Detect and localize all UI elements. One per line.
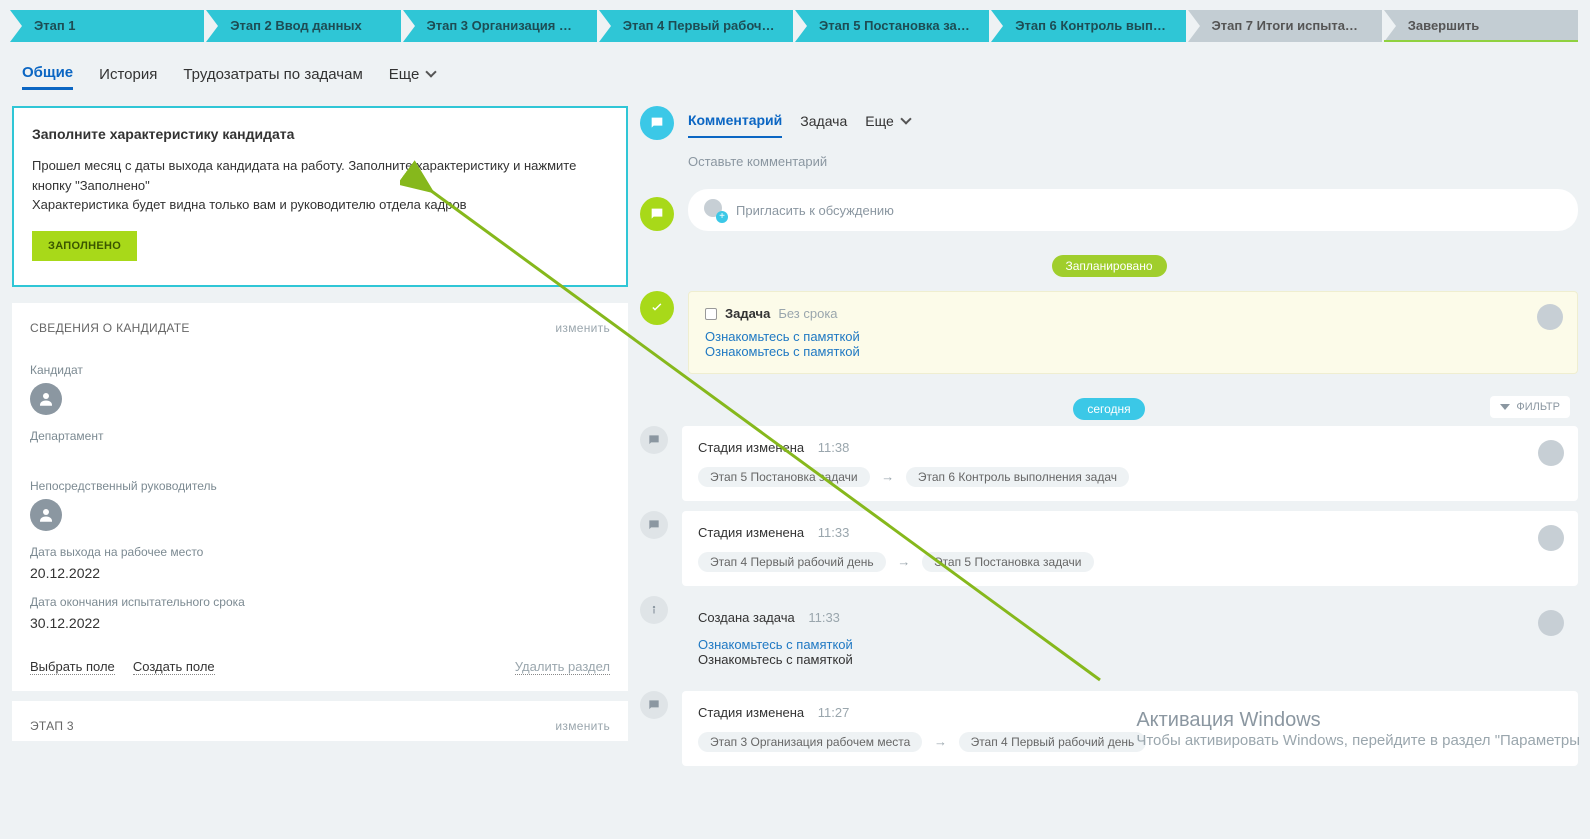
planned-badge: Запланировано <box>1052 255 1167 277</box>
inner-tab-more[interactable]: Еще <box>865 113 909 137</box>
task-checkbox[interactable] <box>705 308 717 320</box>
supervisor-value <box>30 499 610 531</box>
inner-tab-task[interactable]: Задача <box>800 113 847 137</box>
stage-chip-to: Этап 4 Первый рабочий день <box>959 732 1147 752</box>
stage-chip-to: Этап 5 Постановка задачи <box>922 552 1094 572</box>
task-deadline: Без срока <box>778 306 837 321</box>
tab-general[interactable]: Общие <box>22 58 73 90</box>
department-label: Департамент <box>30 429 610 443</box>
funnel-icon <box>1500 404 1510 410</box>
invite-rail-icon <box>640 197 674 231</box>
stage-2[interactable]: Этап 2 Ввод данных <box>206 10 400 42</box>
filled-button[interactable]: ЗАПОЛНЕНО <box>32 231 137 261</box>
panel-title: СВЕДЕНИЯ О КАНДИДАТЕ <box>30 321 190 335</box>
stage-4[interactable]: Этап 4 Первый рабочий д... <box>599 10 793 42</box>
highlight-box: Заполните характеристику кандидата Проше… <box>12 106 628 287</box>
candidate-value <box>30 383 610 415</box>
main-tabs: Общие История Трудозатраты по задачам Ещ… <box>0 42 1590 90</box>
person-plus-icon: + <box>704 199 726 221</box>
chevron-down-icon <box>426 66 437 77</box>
arrow-right-icon: → <box>897 554 910 569</box>
stage-chip-to: Этап 6 Контроль выполнения задач <box>906 467 1129 487</box>
avatar-icon <box>30 383 62 415</box>
avatar-icon <box>30 499 62 531</box>
chevron-down-icon <box>900 113 911 124</box>
stage-change-icon <box>640 691 668 719</box>
stage-6[interactable]: Этап 6 Контроль выполне... <box>991 10 1185 42</box>
stage-change-icon <box>640 511 668 539</box>
today-badge: сегодня <box>1073 398 1144 420</box>
task-link-2[interactable]: Ознакомьтесь с памяткой <box>705 344 860 359</box>
filter-button[interactable]: ФИЛЬТР <box>1490 396 1570 418</box>
panel-edit-link[interactable]: изменить <box>555 719 610 733</box>
task-rail-icon <box>640 291 674 325</box>
avatar-icon <box>1538 610 1564 636</box>
panel-edit-link[interactable]: изменить <box>555 321 610 335</box>
probation-end-value: 30.12.2022 <box>30 615 610 631</box>
start-date-value: 20.12.2022 <box>30 565 610 581</box>
log-entry: Стадия изменена 11:33 Этап 4 Первый рабо… <box>682 511 1578 586</box>
comment-rail-icon <box>640 106 674 140</box>
stage-5[interactable]: Этап 5 Постановка задачи <box>795 10 989 42</box>
tab-timesheet[interactable]: Трудозатраты по задачам <box>183 60 362 89</box>
stage-change-icon <box>640 426 668 454</box>
candidate-label: Кандидат <box>30 363 610 377</box>
probation-end-label: Дата окончания испытательного срока <box>30 595 610 609</box>
log-entry: Создана задача 11:33 Ознакомьтесь с памя… <box>682 596 1578 681</box>
arrow-right-icon: → <box>881 469 894 484</box>
inner-tabs: Комментарий Задача Еще <box>688 106 1578 144</box>
task-link-1[interactable]: Ознакомьтесь с памяткой <box>705 329 860 344</box>
task-block: Задача Без срока Ознакомьтесь с памяткой… <box>688 291 1578 374</box>
start-date-label: Дата выхода на рабочее место <box>30 545 610 559</box>
inner-tab-comment[interactable]: Комментарий <box>688 112 782 138</box>
avatar-icon <box>1537 304 1563 330</box>
stage-chip-from: Этап 4 Первый рабочий день <box>698 552 886 572</box>
invite-row[interactable]: + Пригласить к обсуждению <box>688 189 1578 231</box>
supervisor-label: Непосредственный руководитель <box>30 479 610 493</box>
task-created-link[interactable]: Ознакомьтесь с памяткой <box>698 637 853 652</box>
delete-section-link[interactable]: Удалить раздел <box>515 659 610 675</box>
log-entry: Стадия изменена 11:38 Этап 5 Постановка … <box>682 426 1578 501</box>
candidate-panel: СВЕДЕНИЯ О КАНДИДАТЕ изменить Кандидат Д… <box>12 303 628 691</box>
highlight-title: Заполните характеристику кандидата <box>32 126 608 142</box>
avatar-icon <box>1538 440 1564 466</box>
stage-7[interactable]: Этап 7 Итоги испытатель... <box>1188 10 1382 42</box>
panel-title: ЭТАП 3 <box>30 719 74 733</box>
stage-3[interactable]: Этап 3 Организация рабо... <box>403 10 597 42</box>
stage-1[interactable]: Этап 1 <box>10 10 204 42</box>
stage-bar: Этап 1 Этап 2 Ввод данных Этап 3 Организ… <box>0 0 1590 42</box>
tab-more[interactable]: Еще <box>389 60 436 89</box>
arrow-right-icon: → <box>934 734 947 749</box>
choose-field-link[interactable]: Выбрать поле <box>30 659 115 675</box>
task-created-text: Ознакомьтесь с памяткой <box>698 652 1562 667</box>
avatar-icon <box>1538 525 1564 551</box>
comment-input[interactable]: Оставьте комментарий <box>688 144 1578 185</box>
tab-history[interactable]: История <box>99 60 157 89</box>
highlight-text: Прошел месяц с даты выхода кандидата на … <box>32 156 608 215</box>
stage-finish[interactable]: Завершить <box>1384 10 1578 42</box>
windows-activation-watermark: Активация Windows Чтобы активировать Win… <box>1136 709 1580 749</box>
stage3-panel: ЭТАП 3 изменить <box>12 701 628 741</box>
info-icon <box>640 596 668 624</box>
stage-chip-from: Этап 5 Постановка задачи <box>698 467 870 487</box>
department-value <box>30 449 610 465</box>
task-label: Задача <box>725 306 770 321</box>
create-field-link[interactable]: Создать поле <box>133 659 215 675</box>
stage-chip-from: Этап 3 Организация рабочем места <box>698 732 922 752</box>
